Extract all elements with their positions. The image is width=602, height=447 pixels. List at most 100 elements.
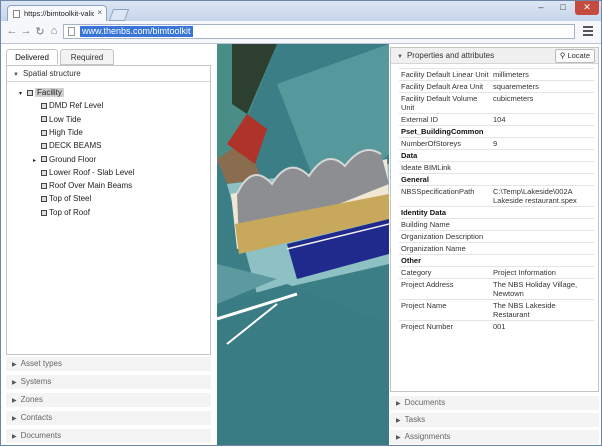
property-row: NumberOfStoreys 9 (399, 137, 594, 150)
new-tab-button[interactable] (108, 9, 130, 21)
title-bar: https://bimtoolkit-validat × – □ ✕ (1, 1, 601, 21)
property-row: External ID 104 (399, 113, 594, 126)
storey-icon (41, 129, 47, 136)
accordion-documents[interactable]: ▶ Documents (6, 429, 211, 444)
accordion-assignments[interactable]: ▶ Assignments (390, 430, 599, 445)
url-text[interactable]: www.thenbs.com/bimtoolkit (80, 26, 193, 37)
property-group-row: Pset_BuildingCommon (399, 125, 594, 138)
group-title: General (399, 173, 594, 186)
accordion-documents[interactable]: ▶ Documents (390, 396, 599, 411)
storey-icon (41, 116, 47, 123)
property-key: Facility Default Linear Unit (399, 68, 491, 81)
caret-right-icon: ▶ (12, 362, 17, 368)
caret-right-icon: ▶ (12, 434, 17, 440)
tree-item-label: Facility (35, 88, 64, 97)
group-title: Identity Data (399, 206, 594, 219)
property-value: squaremeters (491, 80, 594, 93)
accordion-systems[interactable]: ▶ Systems (6, 375, 211, 390)
address-bar[interactable]: www.thenbs.com/bimtoolkit (63, 24, 575, 39)
accordion-label: Documents (404, 398, 446, 407)
tree-item[interactable]: Low Tide (33, 113, 81, 126)
accordion-label: Systems (20, 377, 52, 386)
locate-button[interactable]: ⚲ Locate (554, 49, 595, 63)
tree-item[interactable]: Top of Roof (33, 206, 90, 219)
minimize-button[interactable]: – (531, 1, 551, 15)
right-accordions: ▶ Documents ▶ Tasks ▶ Assignments (390, 396, 599, 447)
tree-item-label: Lower Roof - Slab Level (49, 167, 135, 177)
storey-icon (41, 143, 47, 150)
property-row: Category Project Information (399, 266, 594, 279)
property-row: Project Number 001 (399, 320, 594, 332)
section-title: Properties and attributes (406, 51, 495, 60)
section-title: Spatial structure (22, 69, 81, 78)
tree-item[interactable]: ▸ Ground Floor (33, 153, 96, 166)
tree-item[interactable]: ▾ Facility (19, 86, 64, 99)
caret-right-icon: ▶ (12, 380, 17, 386)
back-arrow-icon[interactable]: ← (5, 25, 19, 37)
storey-icon (41, 209, 47, 216)
left-accordions: ▶ Asset types ▶ Systems ▶ Zones ▶ Contacts ▶ Docu… (6, 357, 211, 447)
caret-right-icon: ▶ (12, 416, 17, 422)
tree-item[interactable]: DECK BEAMS (33, 139, 101, 152)
tree-item-label: High Tide (49, 127, 83, 137)
menu-icon[interactable] (583, 26, 593, 38)
property-key: Building Name (399, 218, 491, 231)
tree-item[interactable]: High Tide (33, 126, 83, 139)
property-row: Organization Name (399, 242, 594, 255)
property-row: Organization Description (399, 230, 594, 243)
group-title: Other (399, 254, 594, 267)
accordion-label: Asset types (20, 359, 62, 368)
tree-item[interactable]: Top of Steel (33, 192, 91, 205)
accordion-label: Tasks (404, 415, 426, 424)
right-panel: ▼ Properties and attributes ⚲ Locate Faci… (390, 47, 599, 445)
property-row: Facility Default Volume Unit cubicmeters (399, 92, 594, 114)
caret-right-icon: ▶ (12, 398, 17, 404)
property-value: 001 (491, 320, 594, 332)
collapse-arrow-icon[interactable]: ▾ (19, 88, 27, 101)
property-row: Project Name The NBS Lakeside Restaurant (399, 299, 594, 321)
property-value: millimeters (491, 68, 594, 81)
property-key: Project Number (399, 320, 491, 332)
spatial-structure-header[interactable]: ▼ Spatial structure (7, 66, 210, 82)
tree-item-label: Top of Roof (49, 207, 90, 217)
tree-item-label: DMD Ref Level (49, 101, 104, 111)
tree-item[interactable]: Roof Over Main Beams (33, 179, 132, 192)
property-value: cubicmeters (491, 92, 594, 114)
property-value (491, 161, 594, 174)
3d-model-viewport[interactable] (217, 44, 389, 445)
property-key: External ID (399, 113, 491, 126)
building-icon (27, 89, 33, 96)
reload-icon[interactable]: ↻ (33, 25, 47, 38)
accordion-tasks[interactable]: ▶ Tasks (390, 413, 599, 428)
tab-close-icon[interactable]: × (97, 8, 102, 17)
accordion-label: Zones (20, 395, 43, 404)
maximize-button[interactable]: □ (553, 1, 573, 15)
property-value: The NBS Lakeside Restaurant (491, 299, 594, 321)
browser-tab[interactable]: https://bimtoolkit-validat × (7, 5, 107, 21)
tab-title: https://bimtoolkit-validat (24, 9, 94, 18)
home-icon[interactable]: ⌂ (47, 25, 61, 37)
accordion-contacts[interactable]: ▶ Contacts (6, 411, 211, 426)
property-row: Facility Default Linear Unit millimeters (399, 68, 594, 81)
storey-icon (41, 103, 47, 110)
tree-item[interactable]: Lower Roof - Slab Level (33, 166, 134, 179)
group-title: Pset_BuildingCommon (399, 125, 594, 138)
accordion-label: Assignments (404, 432, 451, 441)
left-panel: Delivered Required ▼ Spatial structure ▾ F… (6, 47, 211, 444)
property-key: Organization Description (399, 230, 491, 243)
tab-delivered[interactable]: Delivered (6, 49, 58, 65)
caret-down-icon: ▼ (397, 54, 403, 60)
storey-icon (41, 169, 47, 176)
forward-arrow-icon[interactable]: → (19, 25, 33, 37)
property-key: Facility Default Area Unit (399, 80, 491, 93)
close-window-button[interactable]: ✕ (575, 1, 599, 15)
property-value: Project Information (491, 266, 594, 279)
storey-icon (41, 182, 47, 189)
tab-required[interactable]: Required (60, 49, 114, 65)
property-key: Organization Name (399, 242, 491, 255)
properties-header[interactable]: ▼ Properties and attributes ⚲ Locate (391, 48, 598, 64)
accordion-zones[interactable]: ▶ Zones (6, 393, 211, 408)
tree-item[interactable]: DMD Ref Level (33, 99, 103, 112)
accordion-asset-types[interactable]: ▶ Asset types (6, 357, 211, 372)
tree-item-label: Ground Floor (49, 154, 97, 164)
